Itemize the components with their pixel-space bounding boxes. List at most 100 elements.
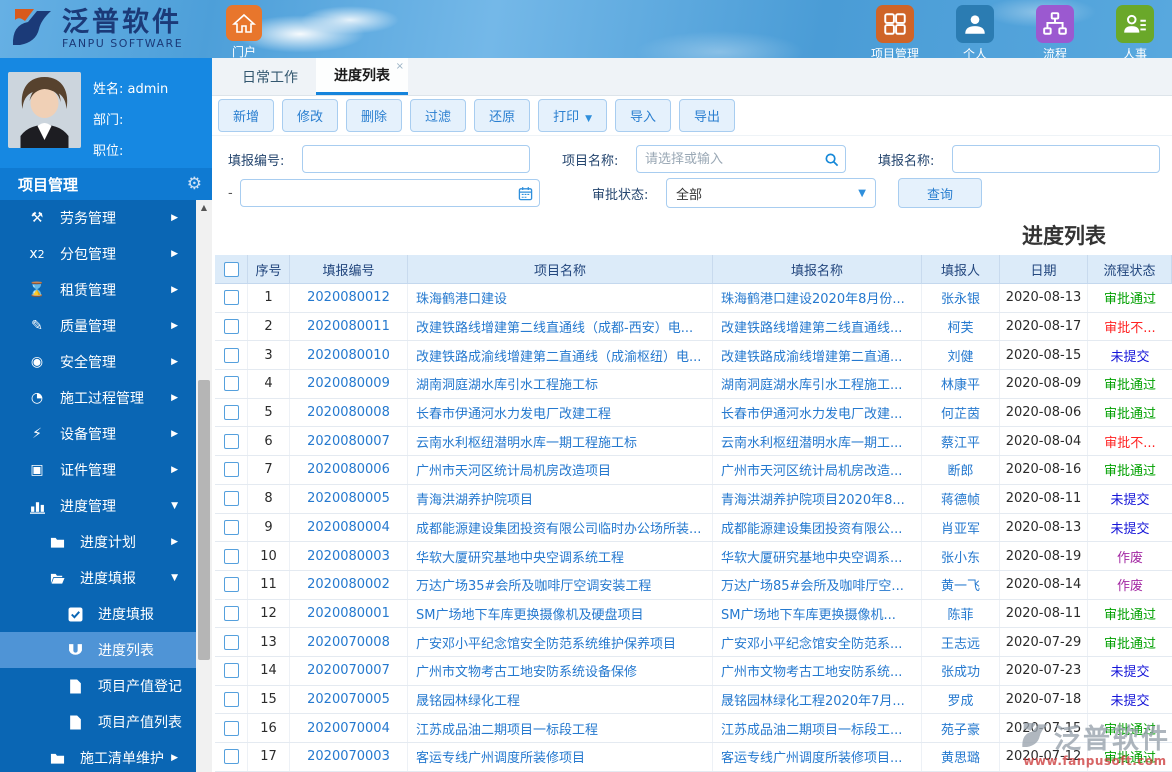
cell-project-name[interactable]: 云南水利枢纽潜明水库一期工程施工标 bbox=[408, 427, 713, 456]
print-button[interactable]: 打印 ▼ bbox=[538, 99, 608, 132]
cell-project-name[interactable]: 成都能源建设集团投资有限公司临时办公场所装... bbox=[408, 513, 713, 542]
nav-personal[interactable]: 个人 bbox=[942, 5, 1008, 62]
cell-report-name[interactable]: 改建铁路线增建第二线直通线... bbox=[713, 312, 922, 341]
cell-report-name[interactable]: 长春市伊通河水力发电厂改建... bbox=[713, 398, 922, 427]
sidebar-item-labor-mgmt[interactable]: ⚒ 劳务管理 ▶ bbox=[0, 200, 196, 236]
cell-project-name[interactable]: 改建铁路成渝线增建第二直通线（成渝枢纽）电... bbox=[408, 341, 713, 370]
cell-report-no[interactable]: 2020070004 bbox=[290, 714, 408, 742]
cell-project-name[interactable]: 长春市伊通河水力发电厂改建工程 bbox=[408, 398, 713, 427]
cell-project-name[interactable]: 青海洪湖养护院项目 bbox=[408, 484, 713, 513]
cell-report-no[interactable]: 2020080006 bbox=[290, 456, 408, 484]
row-checkbox[interactable] bbox=[223, 519, 239, 535]
cell-report-no[interactable]: 2020070008 bbox=[290, 628, 408, 656]
sidebar-item-progress-plan[interactable]: 进度计划 ▶ bbox=[0, 524, 196, 560]
select-all-checkbox[interactable] bbox=[223, 261, 239, 277]
cell-report-no[interactable]: 2020080007 bbox=[290, 427, 408, 456]
report-name-input[interactable] bbox=[952, 145, 1160, 173]
delete-button[interactable]: 删除 bbox=[346, 99, 403, 132]
cell-report-name[interactable]: 客运专线广州调度所装修项目... bbox=[713, 743, 922, 771]
cell-report-name[interactable]: 青海洪湖养护院项目2020年8... bbox=[713, 484, 922, 513]
export-button[interactable]: 导出 bbox=[679, 99, 736, 132]
approval-status-select[interactable]: 全部 ▼ bbox=[666, 178, 876, 208]
project-name-input[interactable] bbox=[636, 145, 846, 173]
cell-report-name[interactable]: 改建铁路成渝线增建第二直通... bbox=[713, 341, 922, 370]
report-no-input[interactable] bbox=[302, 145, 530, 173]
scrollbar-thumb[interactable] bbox=[198, 380, 210, 660]
tab-progress-list[interactable]: 进度列表 × bbox=[316, 58, 408, 95]
cell-project-name[interactable]: 改建铁路线增建第二线直通线（成都-西安）电... bbox=[408, 312, 713, 341]
sidebar-item-construction-process-mgmt[interactable]: ◔ 施工过程管理 ▶ bbox=[0, 380, 196, 416]
cell-report-name[interactable]: 广州市天河区统计局机房改造... bbox=[713, 456, 922, 484]
cell-report-name[interactable]: 珠海鹤港口建设2020年8月份... bbox=[713, 284, 922, 312]
sidebar-item-progress-report[interactable]: 进度填报 ▼ bbox=[0, 560, 196, 596]
row-checkbox[interactable] bbox=[223, 605, 239, 621]
query-button[interactable]: 查询 bbox=[898, 178, 982, 208]
cell-report-name[interactable]: 成都能源建设集团投资有限公... bbox=[713, 513, 922, 542]
cell-report-name[interactable]: 万达广场85#会所及咖啡厅空... bbox=[713, 570, 922, 599]
cell-report-no[interactable]: 2020070003 bbox=[290, 743, 408, 771]
sidebar-item-construction-list-maintenance[interactable]: 施工清单维护 ▶ bbox=[0, 740, 196, 772]
cell-report-no[interactable]: 2020080003 bbox=[290, 542, 408, 570]
tab-daily-work[interactable]: 日常工作 bbox=[224, 58, 316, 95]
row-checkbox[interactable] bbox=[223, 433, 239, 449]
sidebar-item-certificate-mgmt[interactable]: ▣ 证件管理 ▶ bbox=[0, 452, 196, 488]
import-button[interactable]: 导入 bbox=[615, 99, 672, 132]
calendar-icon[interactable] bbox=[518, 186, 533, 201]
sidebar-item-safety-mgmt[interactable]: ◉ 安全管理 ▶ bbox=[0, 344, 196, 380]
row-checkbox[interactable] bbox=[223, 663, 239, 679]
add-button[interactable]: 新增 bbox=[218, 99, 275, 132]
cell-project-name[interactable]: 广州市天河区统计局机房改造项目 bbox=[408, 456, 713, 484]
sidebar-scrollbar[interactable]: ▲ bbox=[196, 200, 212, 772]
filter-button[interactable]: 过滤 bbox=[410, 99, 467, 132]
cell-report-name[interactable]: 华软大厦研究基地中央空调系... bbox=[713, 542, 922, 570]
cell-project-name[interactable]: 广安邓小平纪念馆安全防范系统维护保养项目 bbox=[408, 628, 713, 656]
row-checkbox[interactable] bbox=[223, 720, 239, 736]
cell-project-name[interactable]: 万达广场35#会所及咖啡厅空调安装工程 bbox=[408, 570, 713, 599]
sidebar-item-progress-mgmt[interactable]: 进度管理 ▼ bbox=[0, 488, 196, 524]
sidebar-item-subcontract-mgmt[interactable]: x 2 分包管理 ▶ bbox=[0, 236, 196, 272]
cell-report-name[interactable]: 湖南洞庭湖水库引水工程施工... bbox=[713, 370, 922, 398]
cell-report-name[interactable]: 云南水利枢纽潜明水库一期工... bbox=[713, 427, 922, 456]
cell-project-name[interactable]: 湖南洞庭湖水库引水工程施工标 bbox=[408, 370, 713, 398]
cell-report-no[interactable]: 2020080011 bbox=[290, 312, 408, 341]
cell-report-no[interactable]: 2020080009 bbox=[290, 370, 408, 398]
row-checkbox[interactable] bbox=[223, 462, 239, 478]
gear-icon[interactable]: ⚙ bbox=[187, 174, 202, 194]
cell-project-name[interactable]: 广州市文物考古工地安防系统设备保修 bbox=[408, 656, 713, 685]
cell-report-name[interactable]: 晟铭园林绿化工程2020年7月... bbox=[713, 685, 922, 714]
cell-project-name[interactable]: SM广场地下车库更换摄像机及硬盘项目 bbox=[408, 599, 713, 628]
cell-project-name[interactable]: 客运专线广州调度所装修项目 bbox=[408, 743, 713, 771]
cell-report-name[interactable]: 广州市文物考古工地安防系统... bbox=[713, 656, 922, 685]
row-checkbox[interactable] bbox=[223, 405, 239, 421]
cell-report-name[interactable]: 江苏成品油二期项目一标段工... bbox=[713, 714, 922, 742]
sidebar-module-header[interactable]: 项目管理 ⚙ bbox=[0, 168, 212, 200]
row-checkbox[interactable] bbox=[223, 634, 239, 650]
edit-button[interactable]: 修改 bbox=[282, 99, 339, 132]
row-checkbox[interactable] bbox=[223, 290, 239, 306]
row-checkbox[interactable] bbox=[223, 577, 239, 593]
nav-hr[interactable]: 人事 bbox=[1102, 5, 1168, 62]
nav-project-mgmt[interactable]: 项目管理 bbox=[862, 5, 928, 62]
cell-project-name[interactable]: 华软大厦研究基地中央空调系统工程 bbox=[408, 542, 713, 570]
row-checkbox[interactable] bbox=[223, 749, 239, 765]
sidebar-item-lease-mgmt[interactable]: ⌛ 租赁管理 ▶ bbox=[0, 272, 196, 308]
scroll-up-icon[interactable]: ▲ bbox=[196, 200, 212, 216]
cell-report-no[interactable]: 2020080012 bbox=[290, 284, 408, 312]
cell-report-no[interactable]: 2020080008 bbox=[290, 398, 408, 427]
sidebar-item-equipment-mgmt[interactable]: ⚡ 设备管理 ▶ bbox=[0, 416, 196, 452]
restore-button[interactable]: 还原 bbox=[474, 99, 531, 132]
row-checkbox[interactable] bbox=[223, 548, 239, 564]
date-input[interactable] bbox=[240, 179, 540, 207]
cell-report-name[interactable]: SM广场地下车库更换摄像机... bbox=[713, 599, 922, 628]
sidebar-item-progress-list[interactable]: 进度列表 bbox=[0, 632, 196, 668]
row-checkbox[interactable] bbox=[223, 376, 239, 392]
nav-workflow[interactable]: 流程 bbox=[1022, 5, 1088, 62]
close-icon[interactable]: × bbox=[396, 61, 404, 72]
row-checkbox[interactable] bbox=[223, 347, 239, 363]
cell-report-no[interactable]: 2020080002 bbox=[290, 570, 408, 599]
cell-report-no[interactable]: 2020070007 bbox=[290, 656, 408, 685]
row-checkbox[interactable] bbox=[223, 319, 239, 335]
cell-report-name[interactable]: 广安邓小平纪念馆安全防范系... bbox=[713, 628, 922, 656]
cell-report-no[interactable]: 2020080004 bbox=[290, 513, 408, 542]
row-checkbox[interactable] bbox=[223, 491, 239, 507]
